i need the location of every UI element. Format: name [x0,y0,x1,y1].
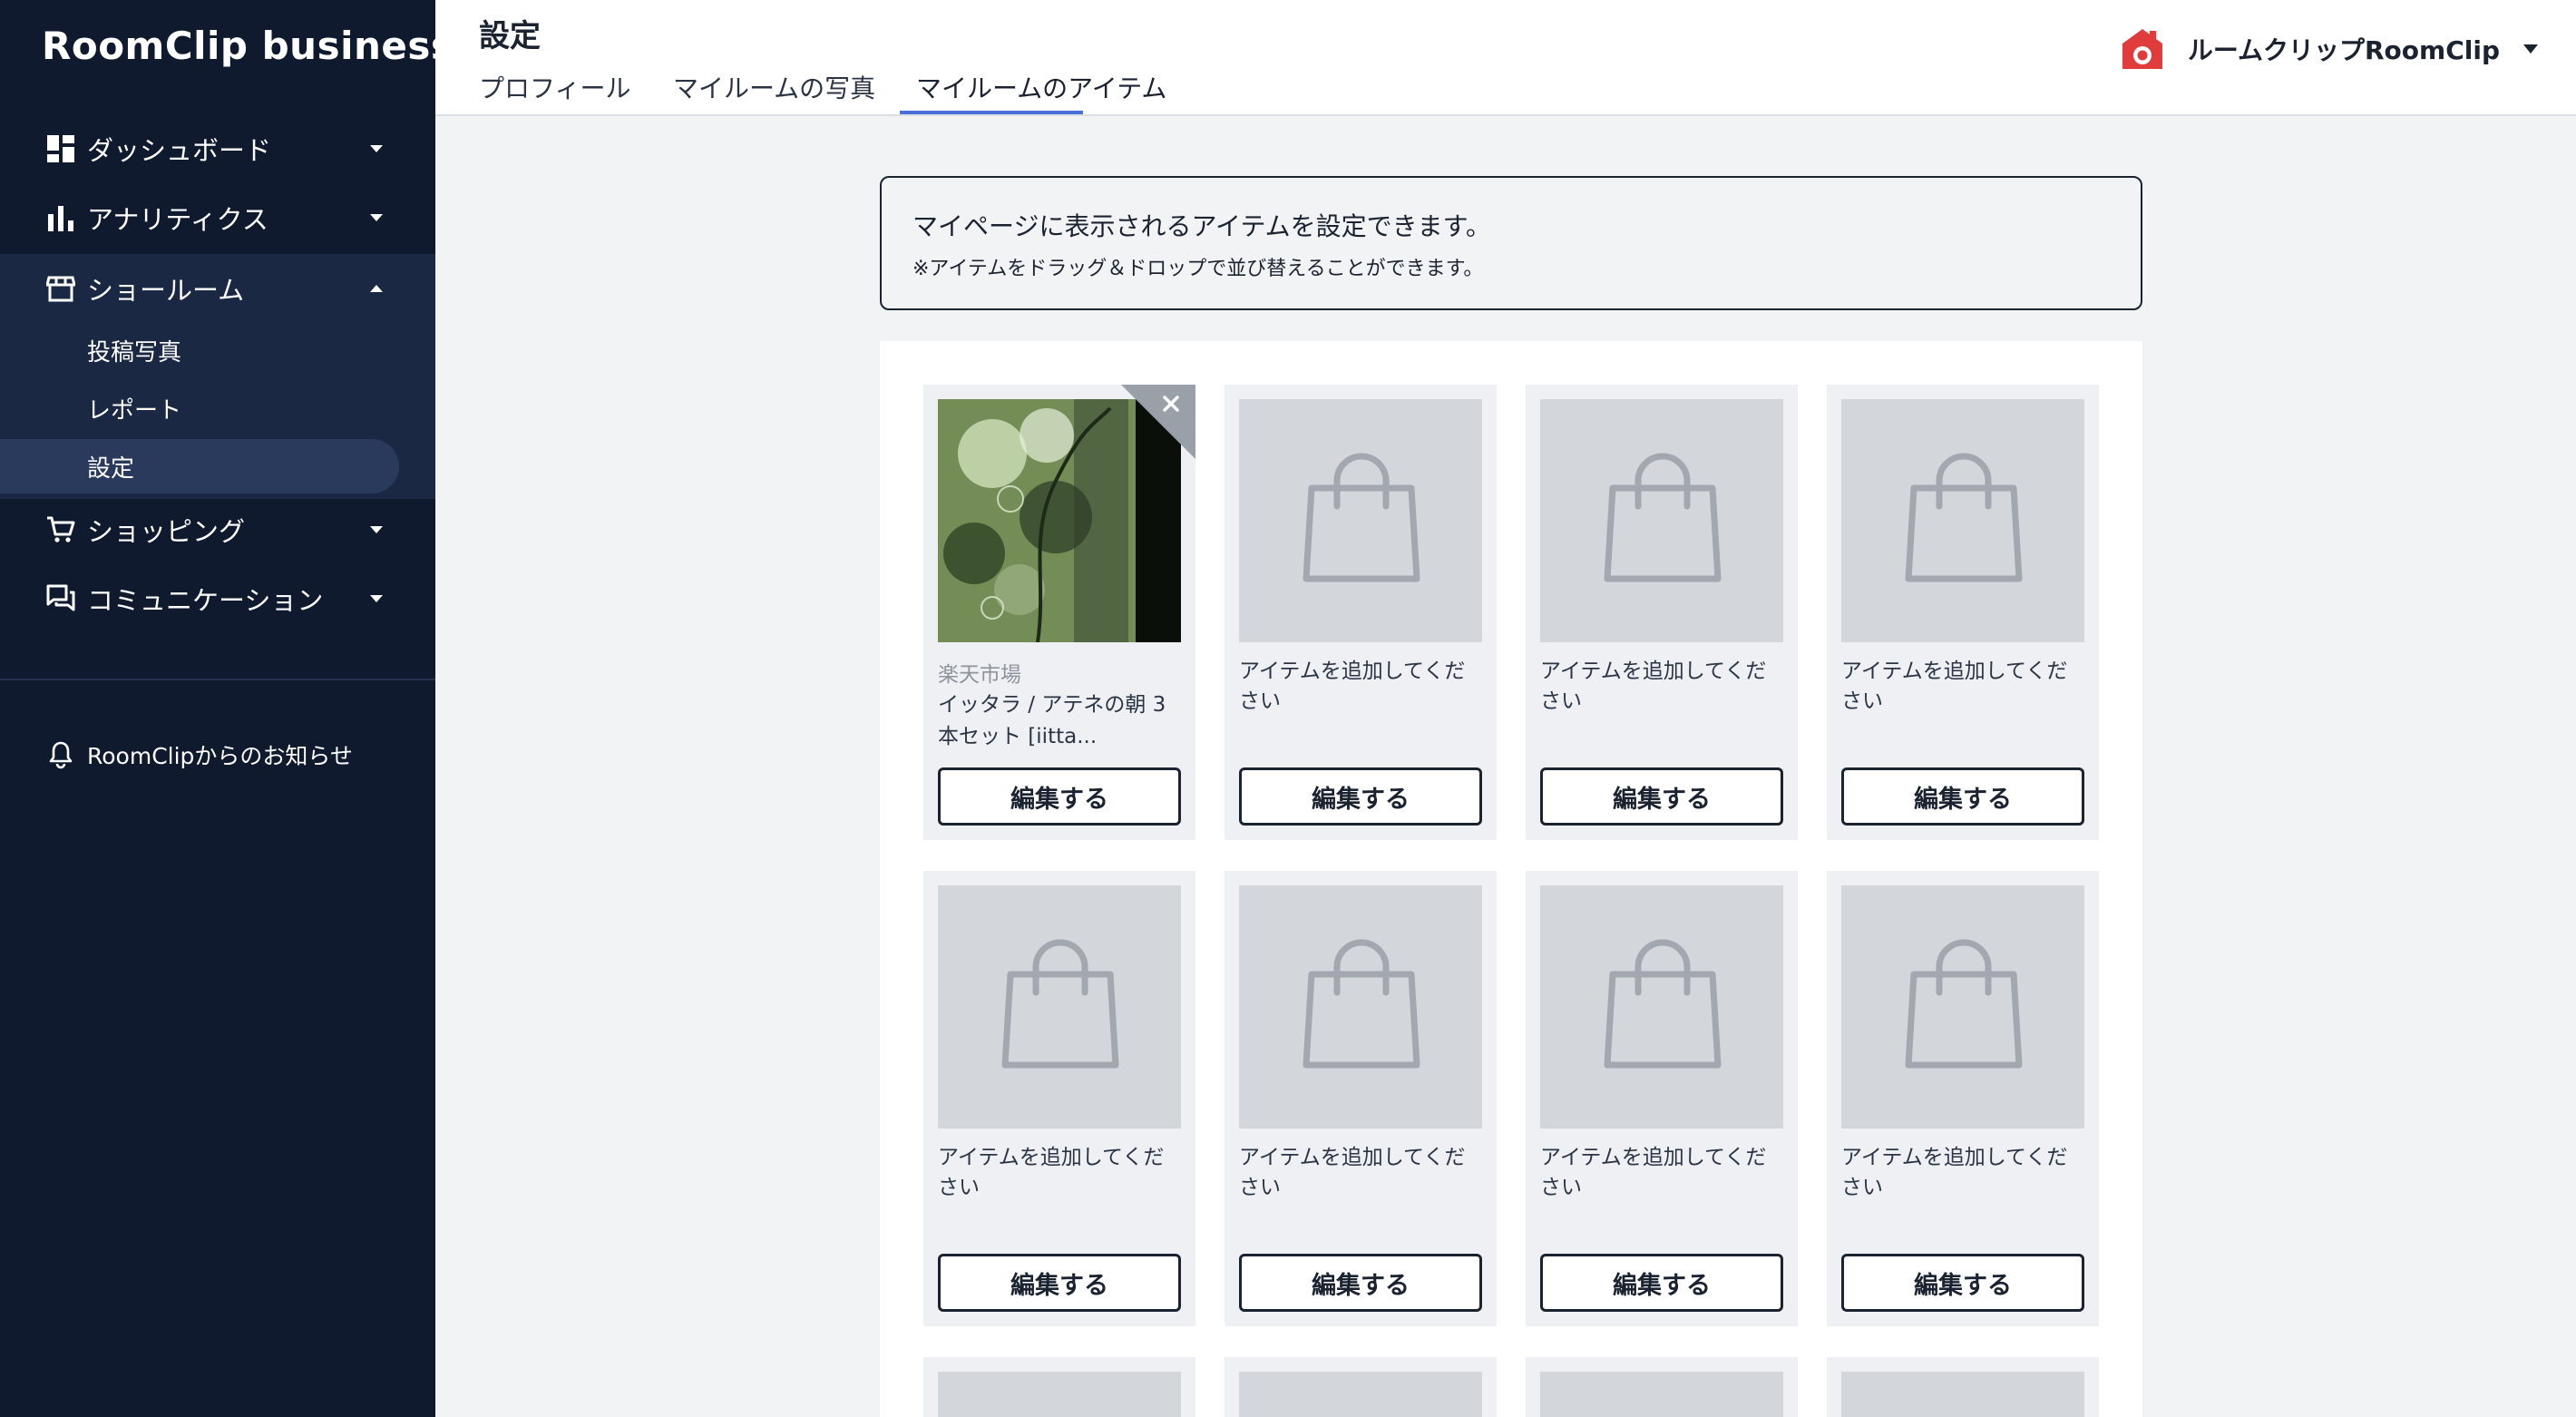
add-item-prompt: アイテムを追加してください [1239,1146,1466,1199]
item-card-empty[interactable]: アイテムを追加してください 編集する [1827,385,2099,840]
product-name: イッタラ / アテネの朝 3本セット [iitta... [938,693,1166,748]
edit-button[interactable]: 編集する [1540,767,1783,826]
item-placeholder [938,1372,1181,1417]
item-placeholder [1239,1372,1482,1417]
edit-button[interactable]: 編集する [938,767,1181,826]
chevron-down-icon [370,145,383,152]
edit-button[interactable]: 編集する [1540,1254,1783,1312]
add-item-prompt: アイテムを追加してください [1841,1146,2068,1199]
add-item-prompt: アイテムを追加してください [1239,660,1466,713]
header: 設定 プロフィール マイルームの写真 マイルームのアイテム ルームクリップRoo… [435,0,2576,116]
add-item-prompt: アイテムを追加してください [1540,660,1767,713]
item-card-empty[interactable]: アイテムを追加してください 編集する [1526,385,1798,840]
shopping-bag-icon [1905,453,2023,582]
item-placeholder [1540,885,1783,1129]
chevron-up-icon [370,285,383,292]
shopping-bag-icon [1604,939,1722,1069]
chevron-down-icon [370,595,383,602]
active-tab-indicator [900,111,1083,114]
item-card-empty[interactable]: アイテムを追加してください 編集する [1827,871,2099,1326]
bar-chart-icon [45,202,76,233]
sidebar-subitem-report[interactable]: レポート [0,381,399,435]
tab-profile[interactable]: プロフィール [479,69,630,114]
edit-button[interactable]: 編集する [1239,1254,1482,1312]
account-name: ルームクリップRoomClip [2187,35,2500,65]
edit-button[interactable]: 編集する [1239,767,1482,826]
chevron-down-icon [370,214,383,221]
sidebar: RoomClip business ダッシュボード アナリティクス ショールーム… [0,0,454,1417]
sidebar-item-communication[interactable]: コミュニケーション [0,564,435,633]
item-placeholder [1841,399,2084,642]
notice-label: RoomClipからのお知らせ [87,743,353,769]
sidebar-item-dashboard[interactable]: ダッシュボード [0,114,435,183]
chevron-down-icon [2523,44,2538,54]
sidebar-item-label: ダッシュボード [87,135,272,166]
sidebar-subitem-posts[interactable]: 投稿写真 [0,323,399,377]
add-item-prompt: アイテムを追加してください [1841,660,2068,713]
add-item-prompt: アイテムを追加してください [1540,1146,1767,1199]
store-name: 楽天市場 [938,663,1021,687]
sidebar-item-label: ショッピング [87,516,246,547]
chevron-down-icon [370,526,383,533]
item-card-empty[interactable] [1225,1357,1497,1417]
item-card-empty[interactable] [1526,1357,1798,1417]
sidebar-item-analytics[interactable]: アナリティクス [0,183,435,252]
item-placeholder [1540,1372,1783,1417]
item-placeholder [1239,399,1482,642]
item-card[interactable]: 楽天市場 イッタラ / アテネの朝 3本セット [iitta... 編集する [923,385,1195,840]
page-title: 設定 [479,18,541,54]
item-card-empty[interactable]: アイテムを追加してください 編集する [1526,871,1798,1326]
item-placeholder [938,885,1181,1129]
sidebar-item-shopping[interactable]: ショッピング [0,495,435,564]
cart-icon [45,514,76,545]
shopping-bag-icon [1303,453,1420,582]
edit-button[interactable]: 編集する [1841,1254,2084,1312]
tab-myroom-items[interactable]: マイルームのアイテム [916,69,1166,114]
shopping-bag-icon [1303,939,1420,1069]
avatar [2119,25,2166,73]
info-box: マイページに表示されるアイテムを設定できます。 ※アイテムをドラッグ＆ドロップで… [880,176,2142,310]
item-grid: 楽天市場 イッタラ / アテネの朝 3本セット [iitta... 編集する ア… [880,341,2142,1417]
add-item-prompt: アイテムを追加してください [938,1146,1165,1199]
item-placeholder [1540,399,1783,642]
item-placeholder [1841,1372,2084,1417]
item-placeholder [1841,885,2084,1129]
shopping-bag-icon [1604,453,1722,582]
edit-button[interactable]: 編集する [1841,767,2084,826]
item-card-empty[interactable]: アイテムを追加してください 編集する [923,871,1195,1326]
item-placeholder [1239,885,1482,1129]
item-card-empty[interactable] [1827,1357,2099,1417]
storefront-icon [45,273,76,304]
sidebar-divider [0,679,435,680]
shopping-bag-icon [1905,939,2023,1069]
sidebar-item-showroom[interactable]: ショールーム [0,254,435,323]
dashboard-icon [45,133,76,164]
account-menu[interactable]: ルームクリップRoomClip [2119,25,2538,73]
sidebar-subitem-settings[interactable]: 設定 [0,439,399,494]
item-card-empty[interactable]: アイテムを追加してください 編集する [1225,871,1497,1326]
info-sub-text: ※アイテムをドラッグ＆ドロップで並び替えることができます。 [912,258,1484,280]
remove-item-button[interactable] [1121,385,1195,459]
tab-myroom-photos[interactable]: マイルームの写真 [673,69,875,114]
sidebar-item-label: アナリティクス [87,204,268,235]
edit-button[interactable]: 編集する [938,1254,1181,1312]
item-card-empty[interactable] [923,1357,1195,1417]
bell-icon [45,739,76,770]
brand-logo[interactable]: RoomClip business [42,24,454,68]
sidebar-item-label: ショールーム [87,275,245,306]
notice-link[interactable]: RoomClipからのお知らせ [45,738,353,771]
shopping-bag-icon [1001,939,1119,1069]
item-card-empty[interactable]: アイテムを追加してください 編集する [1225,385,1497,840]
sidebar-item-label: コミュニケーション [87,585,324,616]
info-main-text: マイページに表示されるアイテムを設定できます。 [912,211,1491,241]
chat-icon [45,583,76,614]
